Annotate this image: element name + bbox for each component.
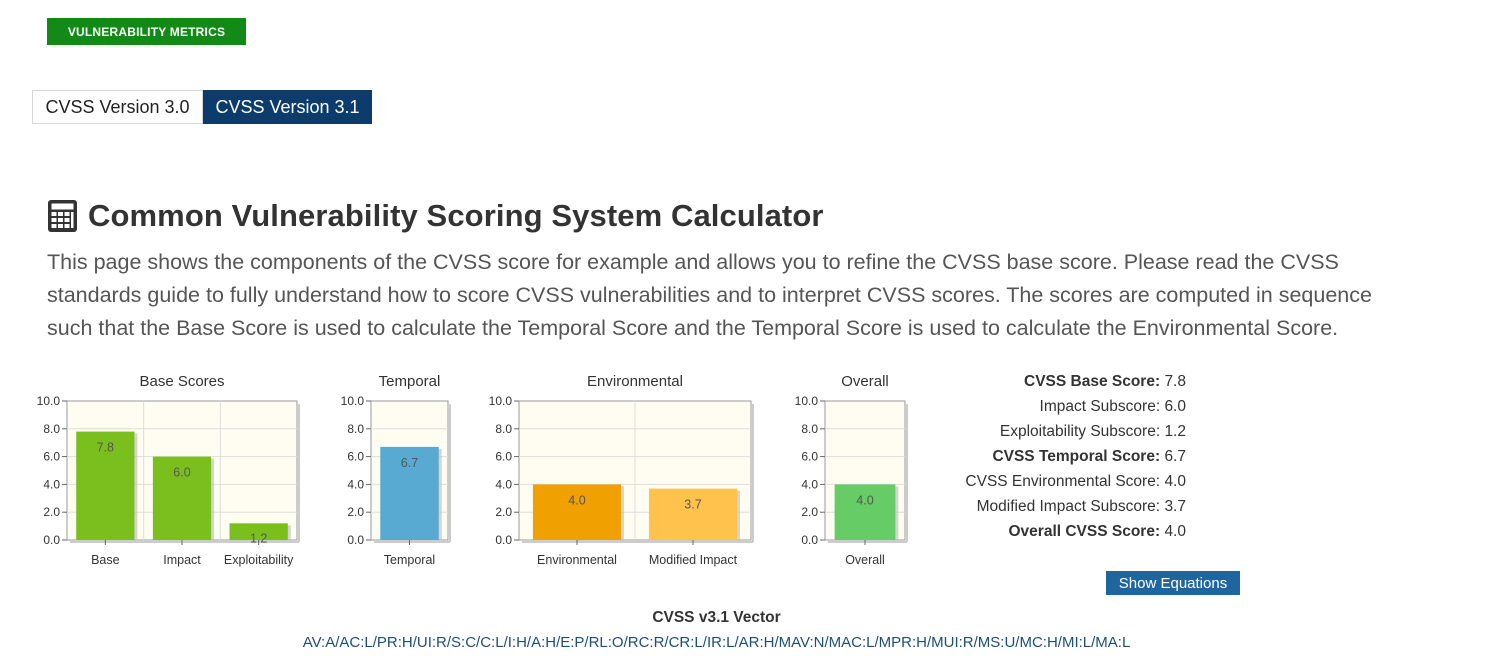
chart-title: Base Scores xyxy=(139,373,224,390)
score-row: CVSS Temporal Score: 6.7 xyxy=(900,444,1186,469)
score-summary: CVSS Base Score: 7.8 Impact Subscore: 6.0… xyxy=(900,369,1186,544)
bar-value-label: 6.0 xyxy=(173,466,190,480)
cvss-calculator-page: VULNERABILITY METRICS CVSS Version 3.0 C… xyxy=(0,0,1493,667)
y-tick-label: 4.0 xyxy=(43,477,60,491)
chart-title: Temporal xyxy=(379,373,441,390)
bar[interactable] xyxy=(648,488,738,540)
score-label: Modified Impact Subscore: xyxy=(976,498,1161,515)
y-tick-label: 0.0 xyxy=(43,533,60,547)
bar-value-label: 7.8 xyxy=(97,441,114,455)
y-tick-label: 6.0 xyxy=(495,450,512,464)
y-tick-label: 6.0 xyxy=(801,450,818,464)
x-tick-label: Base xyxy=(91,553,120,567)
x-tick-label: Environmental xyxy=(537,553,617,567)
score-label: Overall CVSS Score: xyxy=(1008,523,1161,540)
score-value: 6.0 xyxy=(1164,398,1186,415)
score-label: Exploitability Subscore: xyxy=(999,423,1161,440)
chart-title: Environmental xyxy=(587,373,683,390)
bar-value-label: 4.0 xyxy=(856,493,873,507)
vulnerability-metrics-badge: VULNERABILITY METRICS xyxy=(47,18,246,45)
x-tick-label: Exploitability xyxy=(224,553,294,567)
show-equations-button[interactable]: Show Equations xyxy=(1106,571,1240,595)
tab-cvss-version-3-0[interactable]: CVSS Version 3.0 xyxy=(32,90,203,124)
y-tick-label: 8.0 xyxy=(801,422,818,436)
score-row: Impact Subscore: 6.0 xyxy=(900,394,1186,419)
calculator-icon xyxy=(48,200,77,232)
y-tick-label: 2.0 xyxy=(347,505,364,519)
score-row: CVSS Base Score: 7.8 xyxy=(900,369,1186,394)
score-row: Exploitability Subscore: 1.2 xyxy=(900,419,1186,444)
score-value: 6.7 xyxy=(1164,448,1186,465)
y-tick-label: 10.0 xyxy=(795,394,819,408)
y-tick-label: 6.0 xyxy=(43,450,60,464)
chart-title: Overall xyxy=(841,373,889,390)
y-tick-label: 6.0 xyxy=(347,450,364,464)
y-tick-label: 0.0 xyxy=(801,533,818,547)
y-tick-label: 8.0 xyxy=(495,422,512,436)
y-tick-label: 0.0 xyxy=(347,533,364,547)
y-tick-label: 2.0 xyxy=(43,505,60,519)
bar-value-label: 3.7 xyxy=(684,498,701,512)
y-tick-label: 2.0 xyxy=(495,505,512,519)
score-row: CVSS Environmental Score: 4.0 xyxy=(900,469,1186,494)
score-label: CVSS Temporal Score: xyxy=(992,448,1161,465)
x-tick-label: Impact xyxy=(163,553,201,567)
y-tick-label: 10.0 xyxy=(489,394,513,408)
score-label: CVSS Base Score: xyxy=(1024,373,1161,390)
cvss-version-tabs: CVSS Version 3.0 CVSS Version 3.1 xyxy=(32,90,372,124)
page-heading: Common Vulnerability Scoring System Calc… xyxy=(88,198,824,233)
score-value: 4.0 xyxy=(1164,473,1186,490)
x-tick-label: Modified Impact xyxy=(649,553,738,567)
score-label: Impact Subscore: xyxy=(1039,398,1161,415)
y-tick-label: 2.0 xyxy=(801,505,818,519)
score-row: Overall CVSS Score: 4.0 xyxy=(900,519,1187,544)
y-tick-label: 4.0 xyxy=(801,477,818,491)
y-tick-label: 8.0 xyxy=(43,422,60,436)
y-tick-label: 10.0 xyxy=(37,394,61,408)
page-title: Common Vulnerability Scoring System Calc… xyxy=(47,198,824,234)
x-tick-label: Temporal xyxy=(384,553,435,567)
score-value: 7.8 xyxy=(1164,373,1186,390)
tab-cvss-version-3-1[interactable]: CVSS Version 3.1 xyxy=(203,90,372,124)
score-row: Modified Impact Subscore: 3.7 xyxy=(900,494,1186,519)
y-tick-label: 4.0 xyxy=(495,477,512,491)
score-label: CVSS Environmental Score: xyxy=(965,473,1161,490)
score-value: 1.2 xyxy=(1164,423,1186,440)
score-charts: Base Scores 0.0 2.0 4.0 6.0 8.0 10.0 7.8 Base 6.0… xyxy=(37,373,908,567)
vector-title: CVSS v3.1 Vector xyxy=(652,609,781,626)
y-tick-label: 0.0 xyxy=(495,533,512,547)
score-value: 3.7 xyxy=(1164,498,1186,515)
x-tick-label: Overall xyxy=(845,553,885,567)
vector-string-link[interactable]: AV:A/AC:L/PR:H/UI:R/S:C/C:L/I:H/A:H/E:P/… xyxy=(0,634,1433,651)
score-value: 4.0 xyxy=(1164,523,1186,540)
bar-value-label: 4.0 xyxy=(568,493,585,507)
y-tick-label: 8.0 xyxy=(347,422,364,436)
bar-value-label: 6.7 xyxy=(401,456,418,470)
intro-paragraph: This page shows the components of the CV… xyxy=(47,250,1372,340)
y-tick-label: 10.0 xyxy=(341,394,365,408)
y-tick-label: 4.0 xyxy=(347,477,364,491)
